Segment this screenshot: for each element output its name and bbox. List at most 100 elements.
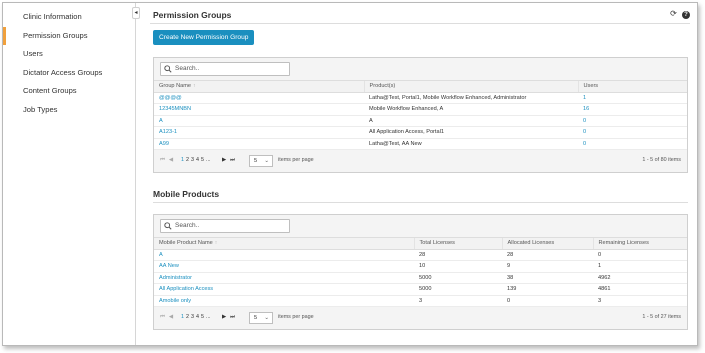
page-link[interactable]: 3 <box>191 157 194 163</box>
page-link[interactable]: 1 <box>181 314 184 320</box>
permission-groups-search-input[interactable]: Search.. <box>160 62 290 76</box>
page-link[interactable]: ... <box>206 314 211 320</box>
pager-summary: 1 - 5 of 80 items <box>642 157 681 163</box>
table-header-row: Group Name ↑ Product(s) Users <box>154 80 687 93</box>
group-name-link[interactable]: A99 <box>159 141 169 147</box>
sort-icon[interactable]: ↑ <box>215 240 218 246</box>
product-name-link[interactable]: All Application Access <box>159 286 213 292</box>
group-name-link[interactable]: 12345MNBN <box>159 106 191 112</box>
product-name-link[interactable]: A <box>159 252 163 258</box>
refresh-icon[interactable]: ⟳ <box>670 9 677 18</box>
group-name-link[interactable]: A123-1 <box>159 129 177 135</box>
column-header-products[interactable]: Product(s) <box>363 80 578 93</box>
sidebar-item-permission-groups[interactable]: Permission Groups <box>3 26 135 45</box>
mobile-products-pager: ⏮ ◀ 1 2 3 4 5... ▶ ⏭ 5 ⌄ items per page 1 - 5 … <box>154 307 687 329</box>
sidebar-item-clinic-information[interactable]: Clinic Information <box>3 8 135 27</box>
column-header-allocated-licenses[interactable]: Allocated Licenses <box>501 237 593 250</box>
items-per-page-select[interactable]: 5 ⌄ <box>249 312 273 324</box>
column-header-group-name[interactable]: Group Name ↑ <box>154 80 364 93</box>
table-row: A 28 28 0 <box>154 249 687 261</box>
table-row: A99 Latha@Test, AA New 0 <box>154 138 687 150</box>
users-count-link[interactable]: 1 <box>583 95 586 101</box>
items-per-page-select[interactable]: 5 ⌄ <box>249 155 273 167</box>
next-page-button[interactable]: ▶ <box>222 314 226 320</box>
column-header-total-licenses[interactable]: Total Licenses <box>413 237 502 250</box>
column-header-mobile-product-name[interactable]: Mobile Product Name ↑ <box>154 237 414 250</box>
search-placeholder: Search.. <box>175 65 200 72</box>
create-permission-group-button[interactable]: Create New Permission Group <box>153 30 255 45</box>
product-name-link[interactable]: Administrator <box>159 275 192 281</box>
products-cell: Latha@Test, AA New <box>364 138 578 150</box>
table-row: Administrator 5000 38 4962 <box>154 272 687 284</box>
total-licenses-cell: 28 <box>414 249 502 261</box>
users-count-link[interactable]: 0 <box>583 141 586 147</box>
page-title: Permission Groups <box>153 10 232 20</box>
page-link[interactable]: 2 <box>186 314 189 320</box>
page-link[interactable]: 5 <box>201 157 204 163</box>
total-licenses-cell: 5000 <box>414 272 502 284</box>
page-link[interactable]: ... <box>206 157 211 163</box>
product-name-link[interactable]: AA New <box>159 263 179 269</box>
items-per-page-label: items per page <box>278 157 314 163</box>
sidebar-item-job-types[interactable]: Job Types <box>3 101 135 120</box>
page-link[interactable]: 2 <box>186 157 189 163</box>
allocated-licenses-cell: 0 <box>502 295 593 307</box>
group-name-link[interactable]: @@@@ <box>159 95 182 101</box>
sidebar-item-content-groups[interactable]: Content Groups <box>3 82 135 101</box>
remaining-licenses-cell: 0 <box>593 249 687 261</box>
page-link[interactable]: 5 <box>201 314 204 320</box>
page-numbers: 1 2 3 4 5... <box>181 314 213 320</box>
last-page-button[interactable]: ⏭ <box>230 157 235 163</box>
last-page-button[interactable]: ⏭ <box>230 314 235 320</box>
mobile-products-grid: Search.. Mobile Product Name ↑ Total Lice… <box>153 214 688 330</box>
allocated-licenses-cell: 139 <box>502 283 593 296</box>
app-window: Clinic Information Permission Groups Use… <box>2 2 698 346</box>
remaining-licenses-cell: 1 <box>593 260 687 273</box>
column-header-remaining-licenses[interactable]: Remaining Licenses <box>592 237 687 250</box>
table-row: Amobile only 3 0 3 <box>154 295 687 307</box>
pager-back-nav: ⏮ ◀ <box>160 314 177 321</box>
users-count-link[interactable]: 0 <box>583 118 586 124</box>
page-link[interactable]: 4 <box>196 157 199 163</box>
page-link[interactable]: 3 <box>191 314 194 320</box>
sidebar-collapse-button[interactable]: ◂ <box>132 7 140 19</box>
prev-page-button[interactable]: ◀ <box>169 314 173 320</box>
users-count-link[interactable]: 0 <box>583 129 586 135</box>
sidebar: Clinic Information Permission Groups Use… <box>3 3 136 345</box>
products-cell: All Application Access, Portal1 <box>364 126 578 139</box>
sort-icon[interactable]: ↑ <box>193 83 196 89</box>
table-row: A A 0 <box>154 115 687 127</box>
sidebar-item-dictator-access-groups[interactable]: Dictator Access Groups <box>3 64 135 83</box>
group-name-link[interactable]: A <box>159 118 163 124</box>
mobile-products-search-input[interactable]: Search.. <box>160 219 290 233</box>
table-row: @@@@ Latha@Test, Portal1, Mobile Workflo… <box>154 92 687 104</box>
first-page-button[interactable]: ⏮ <box>160 314 165 320</box>
per-page-value: 5 <box>254 315 258 321</box>
table-row: A123-1 All Application Access, Portal1 0 <box>154 126 687 139</box>
product-name-link[interactable]: Amobile only <box>159 298 191 304</box>
users-count-link[interactable]: 16 <box>583 106 589 112</box>
grid-toolbar: Search.. <box>154 215 687 237</box>
pager-summary: 1 - 5 of 27 items <box>642 314 681 320</box>
permission-groups-pager: ⏮ ◀ 1 2 3 4 5... ▶ ⏭ 5 ⌄ items per page 1 - 5 … <box>154 150 687 172</box>
prev-page-button[interactable]: ◀ <box>169 157 173 163</box>
first-page-button[interactable]: ⏮ <box>160 157 165 163</box>
total-licenses-cell: 3 <box>414 295 502 307</box>
table-header-row: Mobile Product Name ↑ Total Licenses Allo… <box>154 237 687 250</box>
main-content: Permission Groups ⟳ ? Create New Permiss… <box>150 3 690 345</box>
next-page-button[interactable]: ▶ <box>222 157 226 163</box>
help-icon[interactable]: ? <box>682 11 690 19</box>
title-divider <box>150 23 690 24</box>
search-icon <box>164 65 172 73</box>
chevron-down-icon: ⌄ <box>264 315 269 321</box>
remaining-licenses-cell: 4962 <box>593 272 687 284</box>
permission-groups-grid: Search.. Group Name ↑ Product(s) Users @@… <box>153 57 688 173</box>
mobile-products-table: Mobile Product Name ↑ Total Licenses Allo… <box>154 237 687 307</box>
table-row: AA New 10 9 1 <box>154 260 687 273</box>
column-header-users[interactable]: Users <box>577 80 687 93</box>
allocated-licenses-cell: 28 <box>502 249 593 261</box>
remaining-licenses-cell: 3 <box>593 295 687 307</box>
page-link[interactable]: 1 <box>181 157 184 163</box>
sidebar-item-users[interactable]: Users <box>3 45 135 64</box>
page-link[interactable]: 4 <box>196 314 199 320</box>
